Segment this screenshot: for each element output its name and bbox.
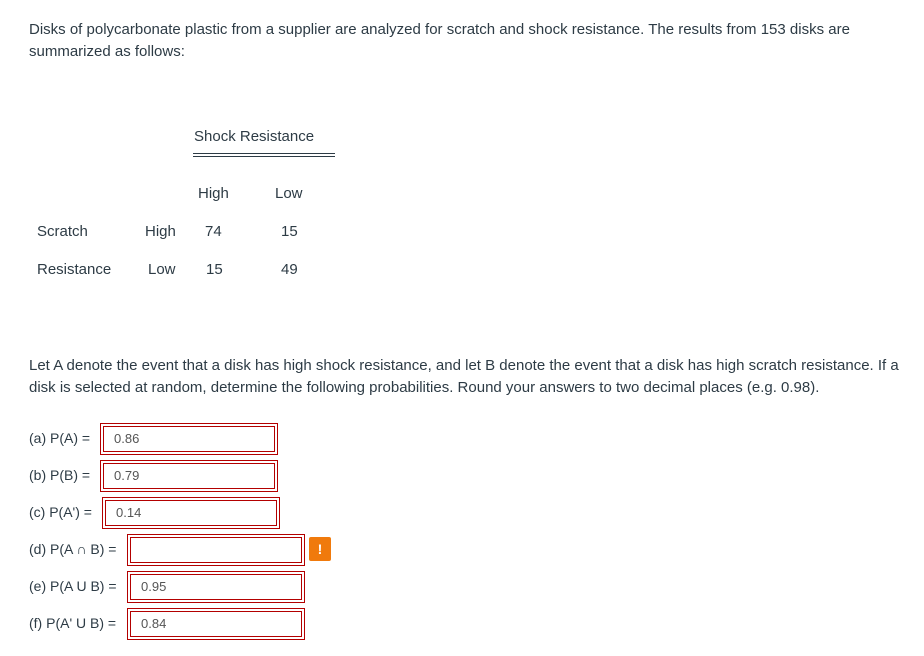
answer-field-c[interactable] bbox=[102, 497, 280, 529]
answer-label-e: (e) P(A U B) = bbox=[29, 578, 117, 594]
answer-input-c[interactable] bbox=[116, 505, 266, 520]
answer-label-b: (b) P(B) = bbox=[29, 467, 91, 483]
alert-icon[interactable]: ! bbox=[309, 537, 331, 561]
answer-input-e[interactable] bbox=[141, 579, 291, 594]
row-group-label-resistance: Resistance bbox=[37, 261, 112, 278]
cell-high-low: 15 bbox=[281, 223, 298, 240]
col-header-high: High bbox=[198, 185, 229, 202]
answer-label-f: (f) P(A' U B) = bbox=[29, 615, 117, 631]
answer-label-d: (d) P(A ∩ B) = bbox=[29, 541, 117, 557]
column-group-header: Shock Resistance bbox=[194, 128, 315, 145]
answer-field-f[interactable] bbox=[127, 608, 305, 640]
answer-field-d[interactable] bbox=[127, 534, 305, 566]
row-group-label-scratch: Scratch bbox=[37, 223, 88, 240]
answer-input-f[interactable] bbox=[141, 616, 291, 631]
answer-input-a[interactable] bbox=[114, 431, 264, 446]
cell-low-low: 49 bbox=[281, 261, 298, 278]
header-underline bbox=[193, 153, 335, 157]
answer-input-b[interactable] bbox=[114, 468, 264, 483]
answer-label-c: (c) P(A') = bbox=[29, 504, 92, 520]
cell-low-high: 15 bbox=[206, 261, 223, 278]
answer-label-a: (a) P(A) = bbox=[29, 430, 91, 446]
answer-field-a[interactable] bbox=[100, 423, 278, 455]
question-text: Let A denote the event that a disk has h… bbox=[29, 357, 899, 396]
answer-input-d[interactable] bbox=[141, 542, 291, 557]
row-header-low: Low bbox=[148, 261, 176, 278]
row-header-high: High bbox=[145, 223, 176, 240]
col-header-low: Low bbox=[275, 185, 303, 202]
answer-field-e[interactable] bbox=[127, 571, 305, 603]
problem-intro: Disks of polycarbonate plastic from a su… bbox=[29, 21, 850, 60]
answer-field-b[interactable] bbox=[100, 460, 278, 492]
cell-high-high: 74 bbox=[205, 223, 222, 240]
